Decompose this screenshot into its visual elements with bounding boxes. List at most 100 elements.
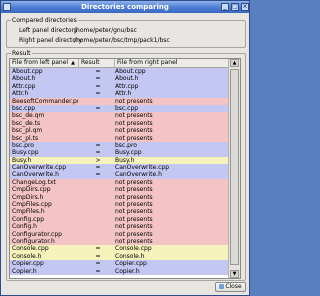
result-cell: = (95, 68, 101, 75)
result-cell: = (95, 171, 101, 179)
table-row[interactable]: CanOverwrite.cpp = CanOverwrite.cpp (10, 164, 228, 172)
table-row[interactable]: bsc.pro = bsc.pro (10, 141, 228, 150)
table-row[interactable]: bsc_pl.ts not presents (10, 134, 228, 142)
title-bar[interactable]: Directories comparing _ □ × (1, 1, 249, 13)
table-row[interactable]: ChangeLog.txt not presents (10, 178, 228, 187)
right-file-cell: bsc.cpp (115, 104, 139, 112)
table-row[interactable]: Copier.cpp = Copier.cpp (10, 260, 228, 268)
right-file-cell: About.cpp (115, 68, 146, 75)
right-directory-label: Right panel directory (19, 37, 83, 44)
table-row[interactable]: About.h = About.h (10, 75, 228, 83)
result-cell: = (95, 245, 101, 253)
table-row[interactable]: Config.h not presents (10, 223, 228, 231)
left-file-cell: About.h (12, 75, 36, 83)
right-file-cell: not presents (115, 97, 153, 105)
table-row[interactable]: Console.h = Console.h (10, 252, 228, 261)
table-row[interactable]: About.cpp = About.cpp (10, 68, 228, 76)
right-file-cell: not presents (115, 201, 153, 209)
table-row[interactable]: bsc_pl.qm not presents (10, 127, 228, 135)
scrollbar-thumb[interactable] (230, 69, 239, 265)
right-file-cell: not presents (115, 223, 153, 231)
left-file-cell: bsc.cpp (12, 104, 36, 112)
table-row[interactable]: bsc_de.ts not presents (10, 119, 228, 128)
table-row[interactable]: Attr.h = Attr.h (10, 90, 228, 98)
left-file-cell: CanOverwrite.h (12, 171, 59, 179)
table-row[interactable]: Config.cpp not presents (10, 215, 228, 224)
left-file-cell: Copier.h (12, 267, 37, 275)
right-file-cell: not presents (115, 237, 153, 245)
left-file-cell: bsc_de.qm (12, 112, 45, 120)
left-file-cell: Attr.cpp (12, 82, 36, 90)
right-file-cell: not presents (115, 127, 153, 135)
result-cell: = (95, 141, 101, 149)
table-row[interactable]: CanOverwrite.h = CanOverwrite.h (10, 171, 228, 179)
column-header-result[interactable]: Result (79, 59, 115, 67)
right-file-cell: Copier.cpp (115, 260, 147, 268)
right-file-cell: Copier.h (115, 267, 140, 275)
result-cell: = (95, 252, 101, 260)
close-window-icon[interactable]: × (241, 3, 249, 11)
column-header-right-file[interactable]: File from right panel (115, 59, 228, 67)
left-directory-value: /home/peter/gnu/bsc (74, 27, 137, 34)
table-body: About.cpp = About.cpp About.h = About.h Attr.c… (10, 68, 228, 275)
result-cell: = (95, 75, 101, 83)
left-file-cell: CmpDirs.h (12, 193, 44, 201)
right-file-cell: CanOverwrite.cpp (115, 164, 170, 172)
left-file-cell: About.cpp (12, 68, 43, 75)
table-row[interactable]: BeesoftCommander.png not presents (10, 97, 228, 105)
table-row[interactable]: Busy.h > Busy.h (10, 156, 228, 165)
right-file-cell: About.h (115, 75, 139, 83)
sort-ascending-icon: ▲ (71, 60, 75, 66)
left-file-cell: CmpDirs.cpp (12, 186, 51, 194)
table-row[interactable]: Attr.cpp = Attr.cpp (10, 82, 228, 91)
left-file-cell: ChangeLog.txt (12, 178, 56, 186)
right-file-cell: not presents (115, 193, 153, 201)
left-file-cell: Console.cpp (12, 245, 49, 253)
scroll-down-icon[interactable]: ▼ (230, 270, 239, 278)
right-file-cell: not presents (115, 119, 153, 127)
left-file-cell: bsc.pro (12, 141, 34, 149)
right-file-cell: not presents (115, 208, 153, 216)
window-title: Directories comparing (81, 3, 169, 11)
compared-directories-title: Compared directories (11, 17, 78, 24)
close-icon (219, 284, 225, 289)
table-row[interactable]: Busy.cpp = Busy.cpp (10, 149, 228, 157)
right-file-cell: CanOverwrite.h (115, 171, 162, 179)
table-row[interactable]: bsc.cpp = bsc.cpp (10, 104, 228, 113)
table-row[interactable]: CmpFiles.h not presents (10, 208, 228, 216)
vertical-scrollbar[interactable]: ▲ ▼ (228, 59, 240, 278)
left-file-cell: Config.h (12, 223, 37, 231)
table-row[interactable]: Configurator.h not presents (10, 237, 228, 246)
right-file-cell: not presents (115, 112, 153, 120)
table-row[interactable]: Configurator.cpp not presents (10, 230, 228, 238)
table-row[interactable]: CmpDirs.cpp not presents (10, 186, 228, 194)
result-table[interactable]: File from left panel ▲ Result File from … (9, 58, 241, 279)
minimize-icon[interactable]: _ (221, 3, 229, 11)
left-file-cell: Attr.h (12, 90, 29, 98)
maximize-icon[interactable]: □ (231, 3, 239, 11)
right-file-cell: Attr.h (115, 90, 132, 98)
scroll-up-icon[interactable]: ▲ (230, 59, 239, 67)
right-file-cell: not presents (115, 230, 153, 238)
right-file-cell: not presents (115, 215, 153, 223)
resize-grip-icon[interactable]: ⋰ (242, 287, 248, 294)
left-file-cell: CmpFiles.h (12, 208, 45, 216)
table-row[interactable]: Console.cpp = Console.cpp (10, 245, 228, 253)
left-file-cell: Config.cpp (12, 215, 45, 223)
left-file-cell: Busy.h (12, 156, 32, 164)
result-cell: = (95, 104, 101, 112)
result-cell: = (95, 90, 101, 98)
table-row[interactable]: bsc_de.qm not presents (10, 112, 228, 120)
left-directory-label: Left panel directory (19, 27, 78, 34)
table-header: File from left panel ▲ Result File from … (10, 59, 228, 68)
right-file-cell: Busy.h (115, 156, 135, 164)
left-file-cell: bsc_pl.ts (12, 134, 39, 142)
right-file-cell: Busy.cpp (115, 149, 142, 157)
table-row[interactable]: CmpDirs.h not presents (10, 193, 228, 202)
column-header-left-file[interactable]: File from left panel ▲ (10, 59, 79, 67)
right-file-cell: not presents (115, 186, 153, 194)
left-file-cell: BeesoftCommander.png (12, 97, 78, 105)
table-row[interactable]: CmpFiles.cpp not presents (10, 201, 228, 209)
right-file-cell: not presents (115, 178, 153, 186)
table-row[interactable]: Copier.h = Copier.h (10, 267, 228, 275)
